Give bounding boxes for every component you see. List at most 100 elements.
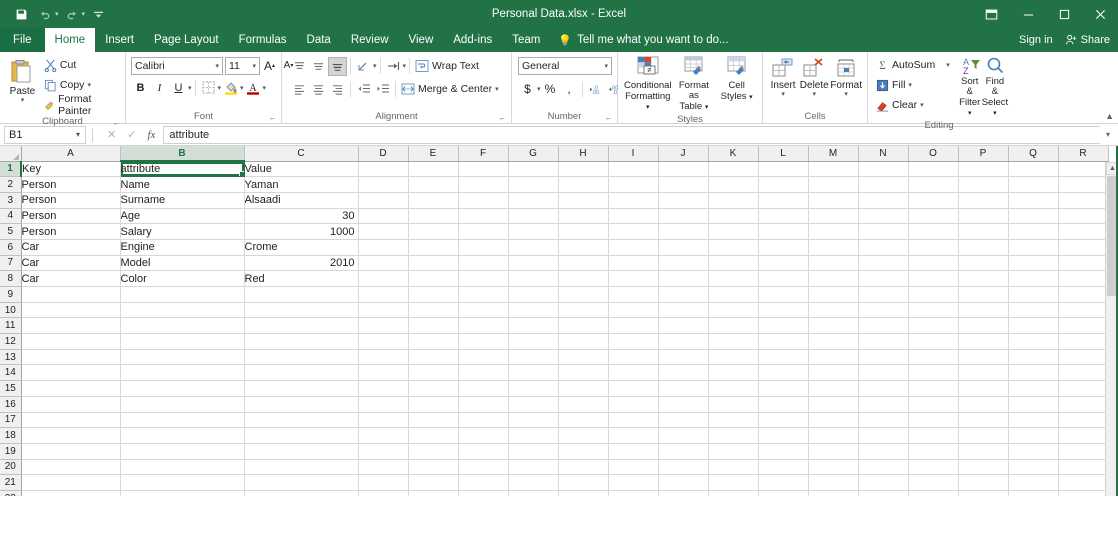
find-select-button[interactable]: Find & Select ▾ — [982, 55, 1008, 119]
cell-I19[interactable] — [608, 443, 659, 460]
cell-O5[interactable] — [908, 223, 959, 240]
cell-B2[interactable]: Name — [120, 176, 245, 193]
text-direction-caret-icon[interactable]: ▾ — [403, 62, 407, 70]
number-format-caret-icon[interactable]: ▾ — [604, 62, 608, 70]
column-header-h[interactable]: H — [558, 146, 609, 162]
cell-G16[interactable] — [508, 396, 559, 413]
cell-D15[interactable] — [358, 380, 409, 397]
cell-C11[interactable] — [244, 317, 359, 335]
tab-review[interactable]: Review — [341, 28, 399, 52]
cell-Q9[interactable] — [1008, 286, 1059, 303]
cell-A6[interactable]: Car — [21, 239, 121, 256]
cell-P12[interactable] — [958, 333, 1009, 350]
cell-C12[interactable] — [244, 333, 359, 350]
cell-D9[interactable] — [358, 286, 409, 303]
cell-G3[interactable] — [508, 192, 559, 209]
bottom-align-button[interactable] — [328, 56, 347, 76]
font-dialog-launcher[interactable]: ⌐ — [268, 114, 277, 123]
cell-J13[interactable] — [658, 349, 709, 366]
cell-G11[interactable] — [508, 317, 559, 335]
cell-J18[interactable] — [658, 427, 709, 444]
worksheet-grid[interactable]: ABCDEFGHIJKLMNOPQR 1 Key attribute Value 2 Pe… — [0, 146, 1118, 496]
cell-K19[interactable] — [708, 443, 759, 460]
cell-B13[interactable] — [120, 349, 245, 366]
cell-I21[interactable] — [608, 474, 659, 491]
row-header-13[interactable]: 13 — [0, 349, 22, 366]
cell-D5[interactable] — [358, 223, 409, 240]
cell-P3[interactable] — [958, 192, 1009, 209]
decrease-indent-button[interactable] — [354, 80, 373, 99]
row-header-15[interactable]: 15 — [0, 380, 22, 397]
center-button[interactable] — [309, 80, 328, 99]
cell-G10[interactable] — [508, 302, 559, 319]
cell-D1[interactable] — [358, 161, 409, 178]
copy-caret-icon[interactable]: ▾ — [87, 81, 91, 89]
cell-B11[interactable] — [120, 317, 245, 335]
cell-Q5[interactable] — [1008, 223, 1059, 240]
cell-C22[interactable] — [244, 490, 359, 496]
orientation-caret-icon[interactable]: ▾ — [373, 62, 377, 70]
cell-H17[interactable] — [558, 412, 609, 429]
cell-C8[interactable]: Red — [244, 270, 359, 287]
cell-B20[interactable] — [120, 459, 245, 476]
format-cells-caret-icon[interactable]: ▾ — [844, 91, 848, 98]
format-painter-button[interactable]: Format Painter — [42, 93, 120, 117]
cell-A19[interactable] — [21, 443, 121, 460]
delete-cells-button[interactable]: Delete ▾ — [799, 55, 829, 98]
cell-H6[interactable] — [558, 239, 609, 256]
save-icon[interactable] — [10, 3, 32, 25]
cell-D16[interactable] — [358, 396, 409, 413]
cell-B1[interactable]: attribute — [120, 161, 245, 178]
font-name-input[interactable]: Calibri ▾ — [131, 56, 223, 75]
cell-H19[interactable] — [558, 443, 609, 460]
cell-G7[interactable] — [508, 255, 559, 272]
cell-C17[interactable] — [244, 412, 359, 429]
cell-styles-button[interactable]: Cell Styles ▾ — [716, 55, 757, 103]
cell-K18[interactable] — [708, 427, 759, 444]
cell-B6[interactable]: Engine — [120, 239, 245, 256]
cell-A22[interactable] — [21, 490, 121, 496]
cell-F20[interactable] — [458, 459, 509, 476]
cell-H18[interactable] — [558, 427, 609, 444]
cell-O17[interactable] — [908, 412, 959, 429]
tab-formulas[interactable]: Formulas — [229, 28, 297, 52]
cell-K4[interactable] — [708, 208, 759, 225]
column-header-d[interactable]: D — [358, 146, 409, 162]
cell-I12[interactable] — [608, 333, 659, 350]
cell-G13[interactable] — [508, 349, 559, 366]
cell-B7[interactable]: Model — [120, 255, 245, 272]
cell-I20[interactable] — [608, 459, 659, 476]
cell-M19[interactable] — [808, 443, 859, 460]
cell-H21[interactable] — [558, 474, 609, 491]
cell-Q14[interactable] — [1008, 364, 1059, 382]
cell-B19[interactable] — [120, 443, 245, 460]
cell-I15[interactable] — [608, 380, 659, 397]
cell-A10[interactable] — [21, 302, 121, 319]
cell-N18[interactable] — [858, 427, 909, 444]
cell-N2[interactable] — [858, 176, 909, 193]
cell-K14[interactable] — [708, 364, 759, 382]
cell-O14[interactable] — [908, 364, 959, 382]
cell-Q1[interactable] — [1008, 161, 1059, 178]
insert-function-icon[interactable]: fx — [147, 129, 155, 141]
cell-M1[interactable] — [808, 161, 859, 178]
cell-A8[interactable]: Car — [21, 270, 121, 287]
cell-G22[interactable] — [508, 490, 559, 496]
cell-L20[interactable] — [758, 459, 809, 476]
cell-F10[interactable] — [458, 302, 509, 319]
row-header-6[interactable]: 6 — [0, 239, 22, 256]
row-header-1[interactable]: 1 — [0, 161, 22, 178]
row-header-21[interactable]: 21 — [0, 474, 22, 491]
cell-Q16[interactable] — [1008, 396, 1059, 413]
cell-M3[interactable] — [808, 192, 859, 209]
cell-D18[interactable] — [358, 427, 409, 444]
middle-align-button[interactable] — [309, 57, 328, 76]
cell-H11[interactable] — [558, 317, 609, 335]
cell-C1[interactable]: Value — [244, 161, 359, 178]
cell-J12[interactable] — [658, 333, 709, 350]
cell-D19[interactable] — [358, 443, 409, 460]
font-name-caret-icon[interactable]: ▾ — [215, 62, 219, 70]
cell-M4[interactable] — [808, 208, 859, 225]
undo-caret-icon[interactable]: ▾ — [55, 10, 59, 18]
cell-G4[interactable] — [508, 208, 559, 225]
